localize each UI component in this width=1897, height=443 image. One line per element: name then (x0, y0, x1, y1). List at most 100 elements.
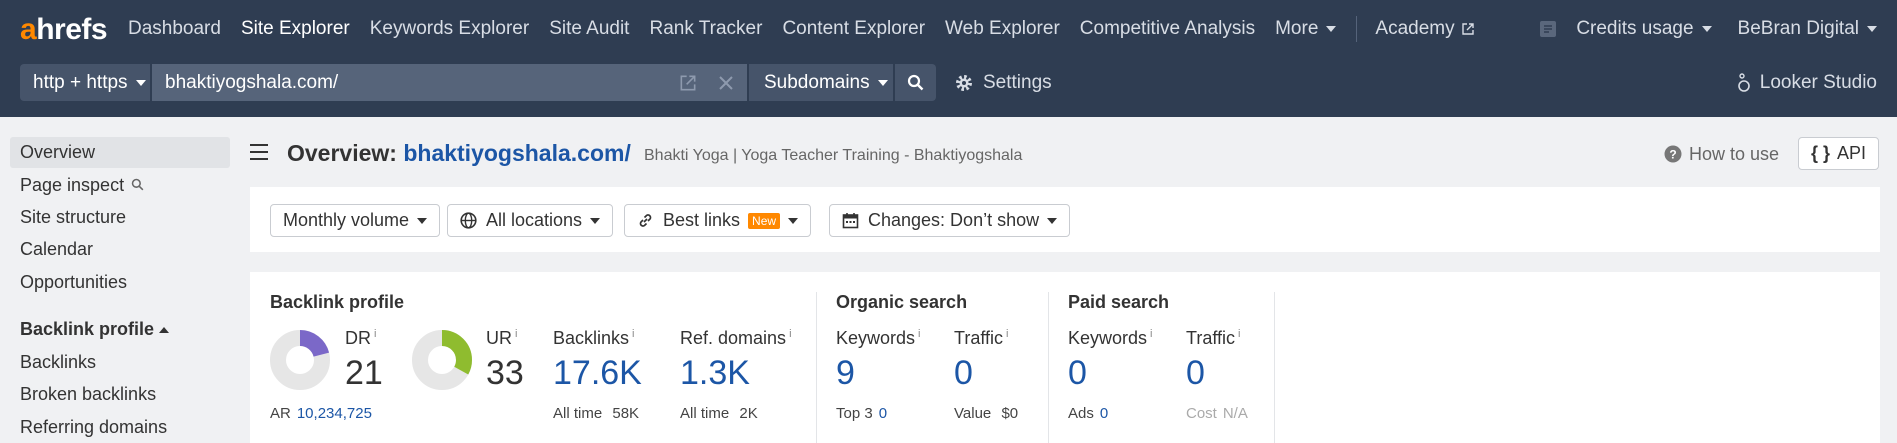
monthly-volume-dropdown[interactable]: Monthly volume (270, 204, 441, 237)
external-link-icon (1461, 23, 1474, 35)
sidebar-item-opportunities[interactable]: Opportunities (20, 272, 127, 293)
dr-value: 21 (345, 354, 383, 392)
search-button[interactable] (894, 64, 936, 101)
dr-donut-chart (270, 330, 330, 390)
sidebar-item-overview[interactable]: Overview (10, 137, 230, 168)
info-icon[interactable]: i (1006, 328, 1008, 340)
chevron-down-icon (1701, 25, 1712, 32)
external-link-icon[interactable] (680, 75, 696, 91)
best-links-dropdown[interactable]: Best links New (624, 204, 812, 237)
organic-top3: Top 30 (836, 405, 888, 422)
nav-dashboard[interactable]: Dashboard (128, 18, 221, 40)
page-title: Overview: bhaktiyogshala.com/ (287, 140, 631, 166)
sidebar-item-calendar[interactable]: Calendar (20, 239, 93, 260)
organic-value: Value $0 (954, 405, 1019, 422)
sidebar-item-broken-backlinks[interactable]: Broken backlinks (20, 384, 156, 405)
nav-keywords-explorer[interactable]: Keywords Explorer (370, 18, 529, 40)
backlinks-label: Backlinks i (553, 328, 635, 348)
organic-traffic-label: Traffic i (954, 328, 1009, 348)
subdomains-dropdown[interactable]: Subdomains (748, 64, 893, 101)
nav-more[interactable]: More (1275, 18, 1337, 40)
chevron-up-icon (159, 327, 170, 334)
sidebar-item-page-inspect[interactable]: Page inspect (20, 175, 144, 196)
account-menu[interactable]: BeBran Digital (1738, 18, 1877, 40)
title-domain-link[interactable]: bhaktiyogshala.com/ (403, 140, 631, 166)
ref-domains-value[interactable]: 1.3K (680, 354, 750, 393)
search-icon (907, 74, 924, 91)
search-bar-row: http + https bhaktiyogshala.com/ Subdoma… (0, 58, 1897, 117)
sidebar-item-backlinks[interactable]: Backlinks (20, 352, 96, 373)
info-icon[interactable]: i (515, 328, 517, 340)
backlinks-all-time: All time 58K (553, 405, 640, 422)
chevron-down-icon (417, 217, 428, 224)
menu-icon[interactable] (250, 144, 268, 160)
organic-search-title: Organic search (836, 292, 968, 312)
braces-icon: { } (1810, 143, 1830, 163)
search-icon (131, 178, 144, 191)
how-to-use-link[interactable]: ? How to use (1664, 141, 1779, 167)
info-icon[interactable]: i (374, 328, 376, 340)
nav-site-explorer[interactable]: Site Explorer (241, 18, 350, 40)
gear-icon (956, 74, 972, 91)
ur-label: UR i (486, 328, 518, 348)
ar-value[interactable]: 10,234,725 (297, 405, 372, 422)
chevron-down-icon (135, 79, 146, 86)
nav-academy[interactable]: Academy (1375, 18, 1474, 40)
nav-content-explorer[interactable]: Content Explorer (782, 18, 925, 40)
sidebar-item-site-structure[interactable]: Site structure (20, 207, 126, 228)
info-icon[interactable]: i (1238, 328, 1240, 340)
info-icon[interactable]: i (918, 328, 920, 340)
new-badge: New (748, 212, 781, 229)
nav-web-explorer[interactable]: Web Explorer (945, 18, 1060, 40)
protocol-dropdown[interactable]: http + https (20, 64, 151, 101)
calendar-icon (842, 213, 859, 229)
nav-divider (1356, 16, 1358, 42)
nav-rank-tracker[interactable]: Rank Tracker (649, 18, 762, 40)
info-icon[interactable]: i (789, 328, 791, 340)
info-icon[interactable]: i (632, 328, 634, 340)
backlinks-value[interactable]: 17.6K (553, 354, 642, 393)
paid-search-title: Paid search (1068, 292, 1170, 312)
page-subtitle: Bhakti Yoga | Yoga Teacher Training - Bh… (644, 147, 1023, 164)
chevron-down-icon (1047, 217, 1058, 224)
chevron-down-icon (877, 79, 888, 86)
ref-domains-all-time: All time 2K (680, 405, 758, 422)
top-right-nav: Credits usage BeBran Digital (1538, 0, 1877, 58)
ads-value[interactable]: 0 (1100, 405, 1108, 422)
organic-keywords-value[interactable]: 9 (836, 354, 855, 393)
info-icon[interactable]: i (1150, 328, 1152, 340)
link-icon (639, 214, 652, 227)
section-divider (1274, 292, 1275, 443)
ur-value: 33 (486, 354, 524, 392)
chevron-down-icon (1326, 25, 1337, 32)
url-input[interactable]: bhaktiyogshala.com/ (152, 64, 747, 101)
ar-stat: AR 10,234,725 (270, 405, 372, 422)
ahrefs-logo[interactable]: ahrefs (20, 13, 108, 47)
help-icon: ? (1664, 145, 1682, 163)
organic-traffic-value[interactable]: 0 (954, 354, 973, 393)
nav-site-audit[interactable]: Site Audit (549, 18, 629, 40)
looker-studio-link[interactable]: Looker Studio (1737, 64, 1877, 101)
paid-ads: Ads 0 (1068, 405, 1109, 422)
top3-value[interactable]: 0 (879, 405, 887, 422)
paid-traffic-label: Traffic i (1186, 328, 1241, 348)
api-button[interactable]: { } API (1798, 137, 1879, 170)
dr-label: DR i (345, 328, 377, 348)
section-divider (1048, 292, 1049, 443)
chevron-down-icon (590, 217, 601, 224)
changes-dropdown[interactable]: Changes: Don’t show (829, 204, 1071, 237)
looker-icon (1737, 72, 1750, 92)
notes-icon[interactable] (1538, 19, 1558, 39)
paid-keywords-value[interactable]: 0 (1068, 354, 1087, 393)
credits-usage[interactable]: Credits usage (1576, 18, 1712, 40)
chevron-down-icon (788, 217, 799, 224)
nav-competitive-analysis[interactable]: Competitive Analysis (1080, 18, 1255, 40)
settings-button[interactable]: Settings (955, 64, 1052, 101)
clear-icon[interactable] (718, 75, 734, 91)
locations-dropdown[interactable]: All locations (447, 204, 614, 237)
sidebar-section-backlink-profile[interactable]: Backlink profile (20, 319, 170, 340)
sidebar-item-referring-domains[interactable]: Referring domains (20, 417, 167, 438)
sidebar: Overview Page inspect Site structure Cal… (0, 117, 240, 443)
paid-traffic-value[interactable]: 0 (1186, 354, 1205, 393)
filter-bar: Monthly volume All locations Best links N… (250, 187, 1880, 252)
